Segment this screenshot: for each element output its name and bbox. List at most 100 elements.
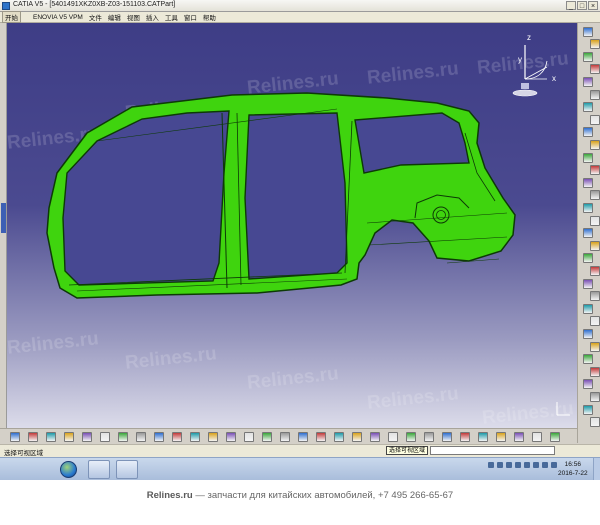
pattern-icon[interactable] — [583, 379, 593, 389]
menu-window[interactable]: 窗口 — [184, 12, 197, 22]
update-icon[interactable] — [190, 432, 200, 442]
hide-icon[interactable] — [226, 432, 236, 442]
undo-icon[interactable] — [136, 432, 146, 442]
analysis-icon[interactable] — [583, 405, 593, 415]
zoom-in-icon[interactable] — [334, 432, 344, 442]
menu-file[interactable]: 文件 — [89, 12, 102, 22]
print-icon[interactable] — [64, 432, 74, 442]
trim-icon[interactable] — [590, 266, 600, 276]
measure-icon[interactable] — [478, 432, 488, 442]
compass-widget[interactable]: z y x — [507, 31, 557, 101]
connect-icon[interactable] — [590, 140, 600, 150]
menu-insert[interactable]: 插入 — [146, 12, 159, 22]
car-body-side-panel[interactable] — [7, 23, 577, 428]
taskbar-clock[interactable]: 16:56 2016-7-22 — [558, 460, 588, 478]
revolve-icon[interactable] — [583, 178, 593, 188]
point-icon[interactable] — [590, 64, 600, 74]
minimize-button[interactable]: _ — [566, 1, 576, 10]
redo-icon[interactable] — [154, 432, 164, 442]
catia-app-icon[interactable] — [2, 2, 10, 10]
menu-enovia[interactable]: ENOVIA V5 VPM — [33, 14, 83, 21]
loft-icon[interactable] — [590, 216, 600, 226]
right-toolbar — [577, 23, 600, 443]
iso-view-icon[interactable] — [388, 432, 398, 442]
boundary-icon[interactable] — [583, 279, 593, 289]
fill-icon[interactable] — [583, 203, 593, 213]
cut-icon[interactable] — [82, 432, 92, 442]
command-input[interactable] — [430, 446, 555, 455]
surface-icon[interactable] — [583, 153, 593, 163]
material-icon[interactable] — [442, 432, 452, 442]
axis-x-label: x — [552, 74, 556, 83]
join-icon[interactable] — [590, 241, 600, 251]
close-button[interactable]: × — [588, 1, 598, 10]
extract-icon[interactable] — [590, 291, 600, 301]
affinity-icon[interactable] — [590, 367, 600, 377]
whatsthis-icon[interactable] — [172, 432, 182, 442]
inertia-icon[interactable] — [514, 432, 524, 442]
tray-icon[interactable] — [551, 462, 557, 468]
split-icon[interactable] — [583, 253, 593, 263]
tray-icon[interactable] — [506, 462, 512, 468]
tray-icon[interactable] — [515, 462, 521, 468]
rotate-icon[interactable] — [583, 329, 593, 339]
curve-icon[interactable] — [590, 90, 600, 100]
start-button[interactable] — [60, 461, 77, 478]
zoom-out-icon[interactable] — [352, 432, 362, 442]
rotate-icon[interactable] — [316, 432, 326, 442]
fit-all-icon[interactable] — [280, 432, 290, 442]
catia-logo-icon[interactable] — [550, 432, 560, 442]
sketch-icon[interactable] — [590, 39, 600, 49]
wire-icon[interactable] — [424, 432, 434, 442]
line-icon[interactable] — [583, 77, 593, 87]
menu-edit[interactable]: 编辑 — [108, 12, 121, 22]
menu-view[interactable]: 视图 — [127, 12, 140, 22]
footer-brand: Relines.ru — [146, 490, 193, 501]
tray-icon[interactable] — [497, 462, 503, 468]
fly-icon[interactable] — [262, 432, 272, 442]
tray-icon[interactable] — [533, 462, 539, 468]
3d-viewport[interactable]: Relines.ru Relines.ru Relines.ru Relines… — [7, 23, 577, 428]
clock-date: 2016-7-22 — [558, 470, 588, 477]
symmetry-icon[interactable] — [590, 342, 600, 352]
blend-icon[interactable] — [583, 228, 593, 238]
scale-icon[interactable] — [583, 354, 593, 364]
normal-view-icon[interactable] — [370, 432, 380, 442]
left-scrollbar[interactable] — [0, 23, 7, 428]
tools-icon[interactable] — [590, 417, 600, 427]
spline-icon[interactable] — [590, 115, 600, 125]
plane-icon[interactable] — [583, 52, 593, 62]
show-desktop-button[interactable] — [593, 458, 600, 480]
measure-icon[interactable] — [590, 392, 600, 402]
corner-icon[interactable] — [583, 127, 593, 137]
gear-icon[interactable] — [583, 27, 593, 37]
snap-icon[interactable] — [460, 432, 470, 442]
taskbar-catia-button[interactable] — [116, 460, 138, 479]
tray-icon[interactable] — [542, 462, 548, 468]
taskbar-explorer-button[interactable] — [88, 460, 110, 479]
sweep-icon[interactable] — [590, 190, 600, 200]
tray-icon[interactable] — [524, 462, 530, 468]
status-message: 选择可视区域 — [4, 450, 43, 457]
fillet-icon[interactable] — [583, 304, 593, 314]
save-icon[interactable] — [46, 432, 56, 442]
menu-tools[interactable]: 工具 — [165, 12, 178, 22]
sketch-icon[interactable] — [208, 432, 218, 442]
open-icon[interactable] — [28, 432, 38, 442]
catalog-icon[interactable] — [496, 432, 506, 442]
paste-icon[interactable] — [118, 432, 128, 442]
tray-icon[interactable] — [488, 462, 494, 468]
translate-icon[interactable] — [590, 316, 600, 326]
shading-icon[interactable] — [406, 432, 416, 442]
new-icon[interactable] — [10, 432, 20, 442]
extrude-icon[interactable] — [590, 165, 600, 175]
circle-icon[interactable] — [583, 102, 593, 112]
menu-help[interactable]: 帮助 — [203, 12, 216, 22]
scroll-thumb[interactable] — [1, 203, 6, 233]
select-icon[interactable] — [532, 432, 542, 442]
copy-icon[interactable] — [100, 432, 110, 442]
maximize-button[interactable]: □ — [577, 1, 587, 10]
swap-icon[interactable] — [244, 432, 254, 442]
menu-start[interactable]: 开始 — [2, 11, 21, 23]
pan-icon[interactable] — [298, 432, 308, 442]
